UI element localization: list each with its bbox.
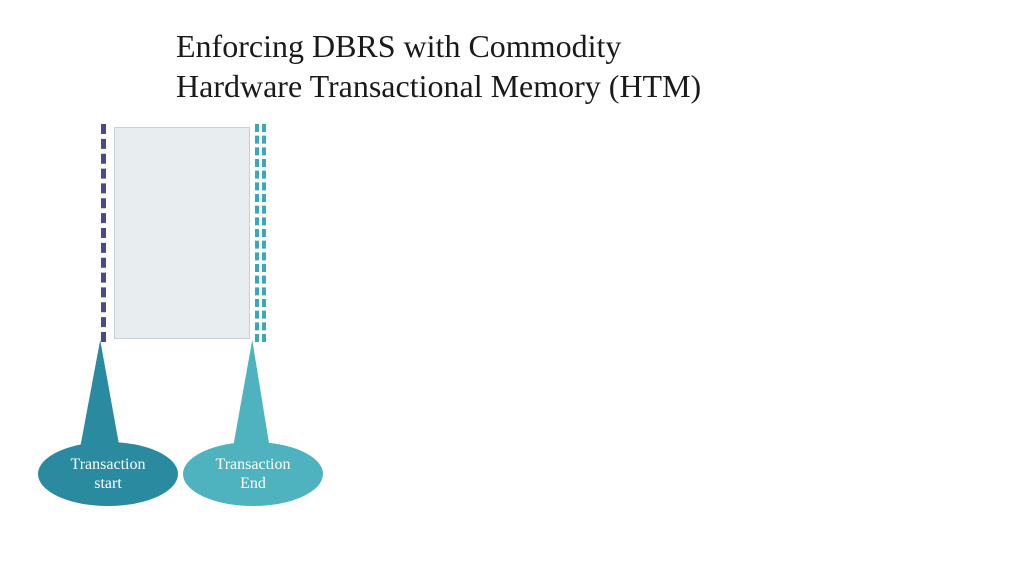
page-title: Enforcing DBRS with Commodity Hardware T… [176,26,701,106]
callout-start: Transaction start [38,442,178,506]
callout-end-line2: End [240,475,266,492]
title-line-1: Enforcing DBRS with Commodity [176,28,621,64]
title-line-2: Hardware Transactional Memory (HTM) [176,68,701,104]
callout-start-line2: start [94,475,122,492]
callout-start-line1: Transaction [71,456,146,473]
callout-end: Transaction End [183,442,323,506]
tx-end-boundary-a [255,124,259,342]
callout-end-line1: Transaction [216,456,291,473]
tx-end-boundary-b [262,124,266,342]
tx-start-boundary [101,124,106,342]
transaction-region [114,127,250,339]
